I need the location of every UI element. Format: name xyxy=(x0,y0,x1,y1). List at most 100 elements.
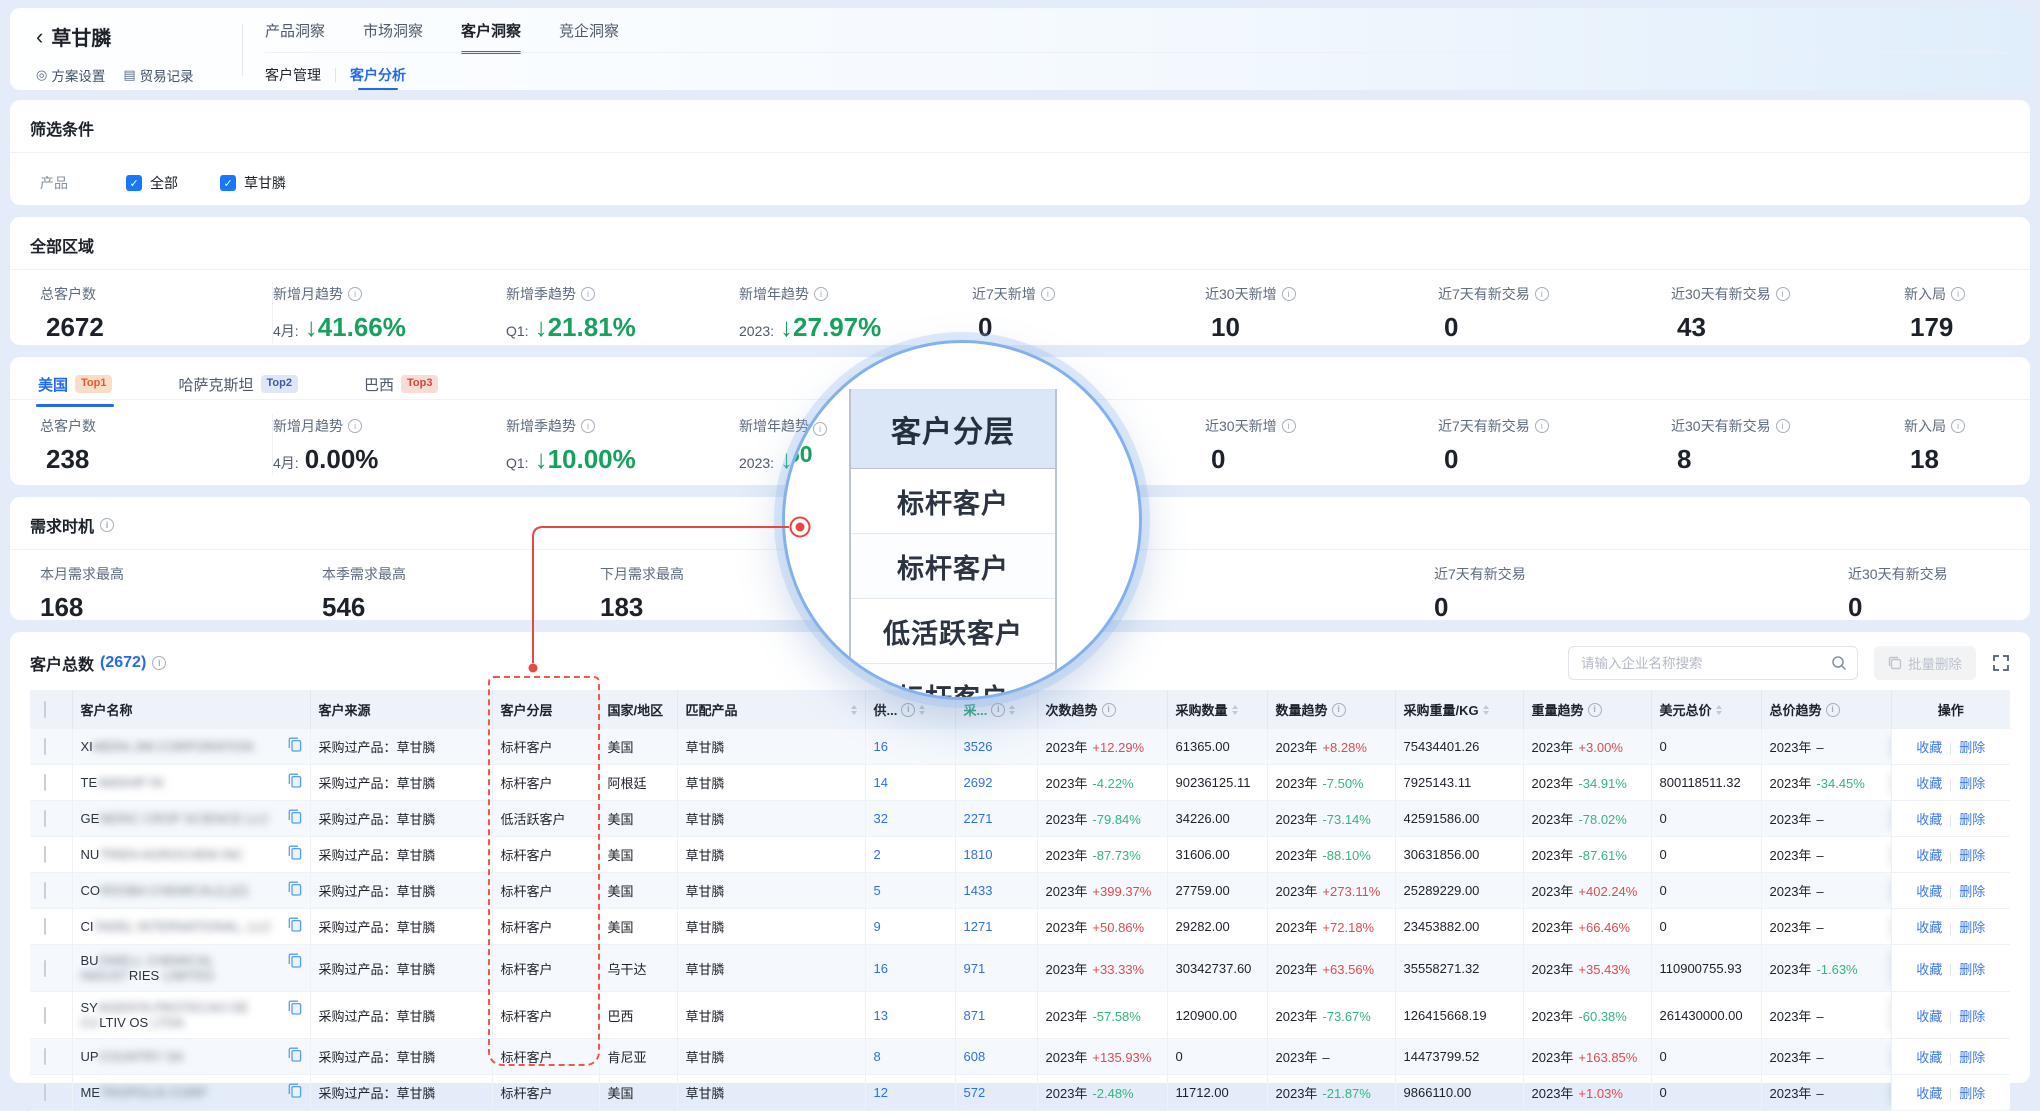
delete-link[interactable]: 删除 xyxy=(1959,776,1985,791)
copy-icon[interactable] xyxy=(288,881,302,896)
purchase-count-link[interactable]: 2692 xyxy=(964,775,993,790)
info-icon[interactable] xyxy=(581,287,595,301)
purchase-count-link[interactable]: 3526 xyxy=(964,739,993,754)
sort-icon[interactable] xyxy=(919,705,925,715)
fullscreen-icon[interactable] xyxy=(1992,654,2010,672)
search-input[interactable] xyxy=(1581,656,1831,671)
product-checkbox-item[interactable]: 全部 xyxy=(126,173,178,193)
info-icon[interactable] xyxy=(1951,419,1965,433)
delete-link[interactable]: 删除 xyxy=(1959,884,1985,899)
row-checkbox[interactable] xyxy=(44,810,46,827)
purchase-count-link[interactable]: 1271 xyxy=(964,919,993,934)
info-icon[interactable] xyxy=(1776,287,1790,301)
supplier-count-link[interactable]: 32 xyxy=(874,811,888,826)
row-checkbox[interactable] xyxy=(44,918,46,935)
favorite-link[interactable]: 收藏 xyxy=(1916,776,1942,791)
info-icon[interactable] xyxy=(1535,419,1549,433)
copy-icon[interactable] xyxy=(288,737,302,752)
search-icon[interactable] xyxy=(1831,655,1847,671)
copy-icon[interactable] xyxy=(288,845,302,860)
sort-icon[interactable] xyxy=(1483,705,1489,715)
delete-link[interactable]: 删除 xyxy=(1959,1009,1985,1024)
copy-icon[interactable] xyxy=(288,1000,302,1015)
sort-icon[interactable] xyxy=(1009,705,1015,715)
sort-icon[interactable] xyxy=(851,705,857,715)
favorite-link[interactable]: 收藏 xyxy=(1916,1086,1942,1101)
delete-link[interactable]: 删除 xyxy=(1959,812,1985,827)
info-icon[interactable] xyxy=(152,656,166,670)
row-checkbox[interactable] xyxy=(44,1084,46,1101)
batch-delete-button[interactable]: 批量删除 xyxy=(1874,646,1976,680)
row-checkbox[interactable] xyxy=(44,960,46,977)
favorite-link[interactable]: 收藏 xyxy=(1916,920,1942,935)
info-icon[interactable] xyxy=(100,518,114,532)
main-tab[interactable]: 市场洞察 xyxy=(363,8,423,52)
sort-icon[interactable] xyxy=(1716,705,1722,715)
info-icon[interactable] xyxy=(1102,703,1116,717)
info-icon[interactable] xyxy=(1282,419,1296,433)
country-tab[interactable]: 哈萨克斯坦 Top2 xyxy=(178,369,297,399)
copy-icon[interactable] xyxy=(288,773,302,788)
back-chevron-icon[interactable]: ‹ xyxy=(36,26,43,48)
favorite-link[interactable]: 收藏 xyxy=(1916,962,1942,977)
select-all-checkbox[interactable] xyxy=(44,701,46,718)
supplier-count-link[interactable]: 2 xyxy=(874,847,881,862)
supplier-count-link[interactable]: 12 xyxy=(874,1085,888,1100)
trade-records-button[interactable]: ▤ 贸易记录 xyxy=(123,65,193,85)
favorite-link[interactable]: 收藏 xyxy=(1916,1050,1942,1065)
info-icon[interactable] xyxy=(581,419,595,433)
supplier-count-link[interactable]: 9 xyxy=(874,919,881,934)
delete-link[interactable]: 删除 xyxy=(1959,920,1985,935)
delete-link[interactable]: 删除 xyxy=(1959,848,1985,863)
copy-icon[interactable] xyxy=(288,917,302,932)
purchase-count-link[interactable]: 1433 xyxy=(964,883,993,898)
info-icon[interactable] xyxy=(814,287,828,301)
purchase-count-link[interactable]: 608 xyxy=(964,1049,986,1064)
row-checkbox[interactable] xyxy=(44,846,46,863)
row-checkbox[interactable] xyxy=(44,1007,46,1024)
row-checkbox[interactable] xyxy=(44,882,46,899)
checkbox-checked-icon[interactable] xyxy=(126,175,142,191)
purchase-count-link[interactable]: 971 xyxy=(964,961,986,976)
main-tab[interactable]: 产品洞察 xyxy=(265,8,325,52)
info-icon[interactable] xyxy=(1588,703,1602,717)
info-icon[interactable] xyxy=(1535,287,1549,301)
info-icon[interactable] xyxy=(348,287,362,301)
favorite-link[interactable]: 收藏 xyxy=(1916,740,1942,755)
delete-link[interactable]: 删除 xyxy=(1959,740,1985,755)
info-icon[interactable] xyxy=(1041,287,1055,301)
info-icon[interactable] xyxy=(1332,703,1346,717)
main-tab[interactable]: 竞企洞察 xyxy=(559,8,619,52)
favorite-link[interactable]: 收藏 xyxy=(1916,812,1942,827)
row-checkbox[interactable] xyxy=(44,774,46,791)
country-tab[interactable]: 美国 Top1 xyxy=(38,369,112,399)
supplier-count-link[interactable]: 14 xyxy=(874,775,888,790)
company-search-box[interactable] xyxy=(1568,646,1858,680)
supplier-count-link[interactable]: 13 xyxy=(874,1008,888,1023)
purchase-count-link[interactable]: 871 xyxy=(964,1008,986,1023)
subtab-customer-management[interactable]: 客户管理 xyxy=(265,60,321,90)
supplier-count-link[interactable]: 8 xyxy=(874,1049,881,1064)
delete-link[interactable]: 删除 xyxy=(1959,962,1985,977)
info-icon[interactable] xyxy=(991,703,1005,717)
favorite-link[interactable]: 收藏 xyxy=(1916,848,1942,863)
info-icon[interactable] xyxy=(348,419,362,433)
copy-icon[interactable] xyxy=(288,953,302,968)
info-icon[interactable] xyxy=(901,703,915,717)
scheme-settings-button[interactable]: ◎ 方案设置 xyxy=(36,65,105,85)
checkbox-checked-icon[interactable] xyxy=(220,175,236,191)
info-icon[interactable] xyxy=(1826,703,1840,717)
supplier-count-link[interactable]: 16 xyxy=(874,739,888,754)
copy-icon[interactable] xyxy=(288,1047,302,1062)
sort-icon[interactable] xyxy=(1232,705,1238,715)
delete-link[interactable]: 删除 xyxy=(1959,1086,1985,1101)
info-icon[interactable] xyxy=(1951,287,1965,301)
main-tab[interactable]: 客户洞察 xyxy=(461,8,521,52)
product-checkbox-item[interactable]: 草甘膦 xyxy=(220,173,286,193)
subtab-customer-analysis[interactable]: 客户分析 xyxy=(350,60,406,90)
info-icon[interactable] xyxy=(1776,419,1790,433)
row-checkbox[interactable] xyxy=(44,1048,46,1065)
country-tab[interactable]: 巴西 Top3 xyxy=(364,369,438,399)
favorite-link[interactable]: 收藏 xyxy=(1916,884,1942,899)
purchase-count-link[interactable]: 2271 xyxy=(964,811,993,826)
